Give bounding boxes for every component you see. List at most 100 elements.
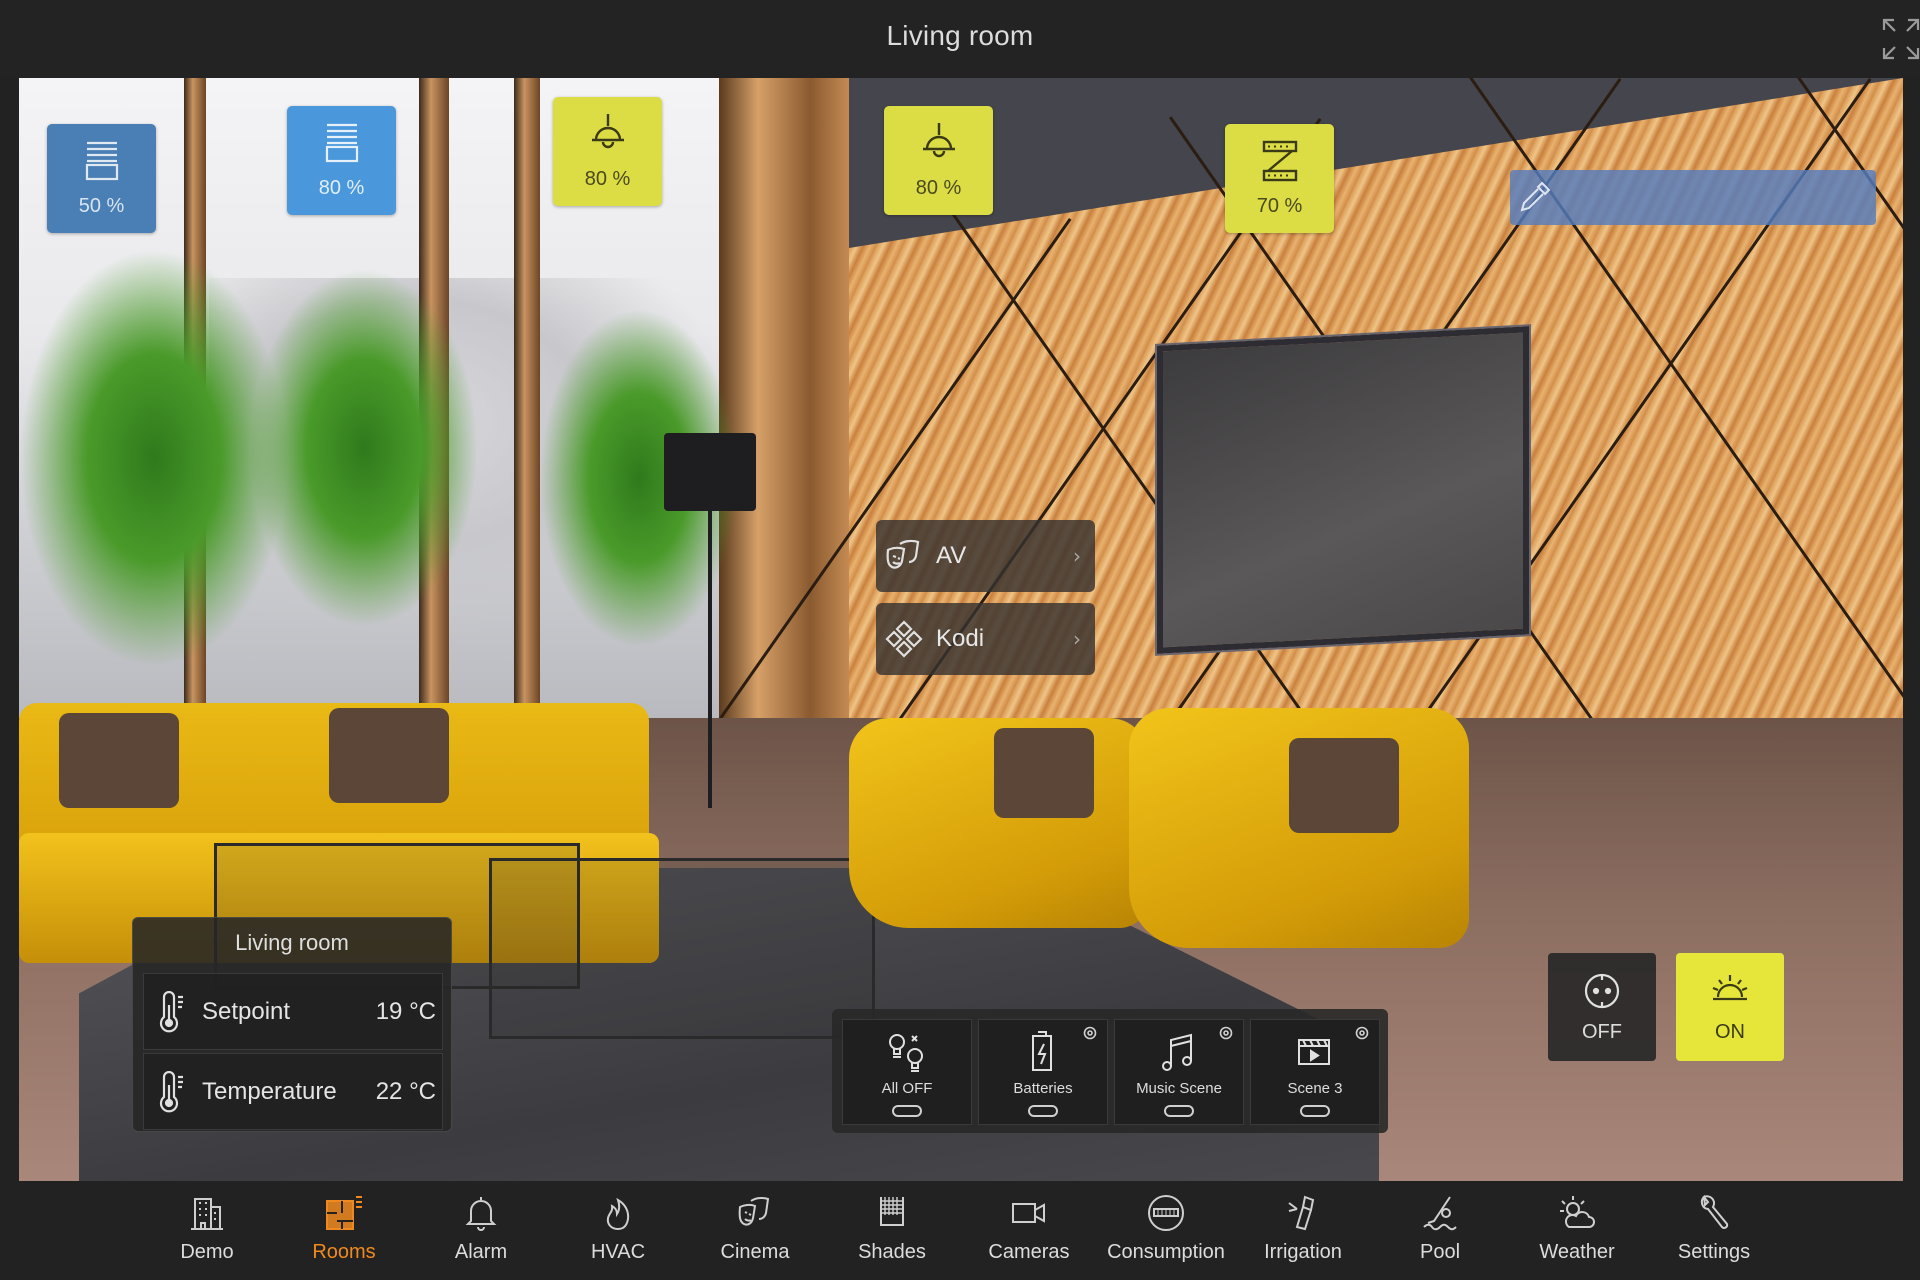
nav-label: Settings bbox=[1677, 1241, 1751, 1263]
climate-panel: Living room Setpoint 19 °C Temperature 2… bbox=[132, 917, 452, 1132]
battery-icon bbox=[1032, 1031, 1052, 1071]
floorplan-icon bbox=[326, 1196, 362, 1230]
pendant-lamp-icon bbox=[591, 114, 624, 149]
nav-label: Pool bbox=[1419, 1241, 1461, 1263]
clapperboard-icon bbox=[1298, 1039, 1330, 1065]
nav-consumption[interactable]: Consumption bbox=[1106, 1189, 1226, 1275]
scene-bar: All OFF Batteries Music Scene Scene 3 bbox=[832, 1009, 1388, 1133]
led-strip-icon bbox=[1262, 140, 1297, 182]
scene-label: Batteries bbox=[1013, 1080, 1073, 1097]
nav-weather[interactable]: Weather bbox=[1517, 1189, 1637, 1275]
nav-rooms[interactable]: Rooms bbox=[284, 1189, 404, 1275]
window-shade-icon bbox=[85, 141, 118, 181]
sunrise-icon bbox=[1712, 974, 1748, 1000]
shade-tile-2[interactable]: 80 % bbox=[287, 106, 396, 215]
tile-value: 80 % bbox=[318, 177, 365, 199]
sun-cloud-icon bbox=[1560, 1196, 1595, 1228]
nav-label: Cameras bbox=[988, 1241, 1070, 1263]
nav-label: Cinema bbox=[720, 1241, 790, 1263]
pendant-lamp-icon bbox=[922, 123, 955, 158]
pillow bbox=[994, 728, 1094, 818]
nav-hvac[interactable]: HVAC bbox=[558, 1189, 678, 1275]
window-shade-icon bbox=[325, 123, 358, 163]
settings-dot-icon[interactable] bbox=[1355, 1026, 1369, 1040]
nav-cinema[interactable]: Cinema bbox=[695, 1189, 815, 1275]
pillow bbox=[1289, 738, 1399, 833]
scene-indicator bbox=[892, 1105, 922, 1117]
scene-label: Music Scene bbox=[1136, 1080, 1222, 1097]
tile-value: 70 % bbox=[1256, 195, 1303, 217]
theater-masks-icon bbox=[886, 539, 920, 569]
temperature-row[interactable]: Temperature 22 °C bbox=[143, 1053, 443, 1130]
coffee-table bbox=[489, 858, 875, 1039]
settings-dot-icon[interactable] bbox=[1083, 1026, 1097, 1040]
page-title: Living room bbox=[886, 20, 1034, 51]
nav-pool[interactable]: Pool bbox=[1380, 1189, 1500, 1275]
nav-label: Alarm bbox=[454, 1241, 508, 1263]
window-frame bbox=[514, 78, 540, 718]
nav-label: Weather bbox=[1539, 1241, 1615, 1263]
settings-dot-icon[interactable] bbox=[1219, 1026, 1233, 1040]
kodi-label: Kodi bbox=[936, 625, 985, 652]
nav-irrigation[interactable]: Irrigation bbox=[1243, 1189, 1363, 1275]
nav-label: HVAC bbox=[590, 1241, 646, 1263]
color-picker-bar[interactable] bbox=[1510, 170, 1876, 225]
scene-3[interactable]: Scene 3 bbox=[1250, 1019, 1380, 1125]
eyedropper-icon bbox=[1520, 181, 1551, 212]
light-tile-2[interactable]: 80 % bbox=[884, 106, 993, 215]
nav-label: Irrigation bbox=[1264, 1241, 1342, 1263]
shade-tile-1[interactable]: 50 % bbox=[47, 124, 156, 233]
nav-settings[interactable]: Settings bbox=[1654, 1189, 1774, 1275]
scene-music[interactable]: Music Scene bbox=[1114, 1019, 1244, 1125]
led-strip-tile[interactable]: 70 % bbox=[1225, 124, 1334, 233]
music-note-icon bbox=[1162, 1033, 1192, 1071]
tile-value: 50 % bbox=[78, 195, 125, 217]
nav-label: Demo bbox=[180, 1241, 234, 1263]
scene-indicator bbox=[1300, 1105, 1330, 1117]
av-button[interactable]: AV › bbox=[876, 520, 1095, 592]
scene-label: All OFF bbox=[881, 1080, 933, 1097]
bell-icon bbox=[465, 1197, 497, 1231]
floor-lamp-pole bbox=[708, 508, 712, 808]
pillow bbox=[59, 713, 179, 808]
nav-label: Shades bbox=[858, 1241, 926, 1263]
meter-icon bbox=[1148, 1195, 1184, 1231]
temperature-value: 22 °C bbox=[375, 1077, 436, 1105]
lightbulbs-off-icon bbox=[889, 1034, 923, 1072]
light-tile-1[interactable]: 80 % bbox=[553, 97, 662, 206]
on-button[interactable]: ON bbox=[1676, 953, 1784, 1061]
nav-cameras[interactable]: Cameras bbox=[969, 1189, 1089, 1275]
scene-label: Scene 3 bbox=[1287, 1080, 1343, 1097]
plant bbox=[249, 268, 479, 628]
off-button[interactable]: OFF bbox=[1548, 953, 1656, 1061]
setpoint-label: Setpoint bbox=[202, 997, 291, 1025]
building-icon bbox=[191, 1198, 223, 1230]
video-camera-icon bbox=[1012, 1203, 1045, 1223]
expand-icon bbox=[1882, 18, 1920, 60]
title-bar: Living room bbox=[0, 0, 1920, 78]
temperature-label: Temperature bbox=[202, 1077, 337, 1105]
kodi-button[interactable]: Kodi › bbox=[876, 603, 1095, 675]
floor-lamp bbox=[664, 433, 756, 511]
nav-label: Rooms bbox=[312, 1241, 376, 1263]
shades-icon bbox=[880, 1197, 904, 1226]
setpoint-row[interactable]: Setpoint 19 °C bbox=[143, 973, 443, 1050]
wrench-icon bbox=[1700, 1194, 1729, 1229]
theater-masks-icon bbox=[738, 1196, 770, 1226]
nav-demo[interactable]: Demo bbox=[147, 1189, 267, 1275]
chevron-right-icon: › bbox=[1073, 627, 1081, 651]
nav-alarm[interactable]: Alarm bbox=[421, 1189, 541, 1275]
nav-shades[interactable]: Shades bbox=[832, 1189, 952, 1275]
scene-all-off[interactable]: All OFF bbox=[842, 1019, 972, 1125]
tile-value: 80 % bbox=[584, 168, 631, 190]
fullscreen-button[interactable] bbox=[1882, 18, 1920, 60]
nav-label: Consumption bbox=[1107, 1241, 1225, 1263]
setpoint-value: 19 °C bbox=[375, 997, 436, 1025]
sprinkler-icon bbox=[1288, 1195, 1315, 1231]
climate-panel-title: Living room bbox=[235, 930, 349, 955]
television bbox=[1157, 326, 1529, 654]
thermometer-icon bbox=[159, 990, 183, 1032]
scene-indicator bbox=[1028, 1105, 1058, 1117]
scene-indicator bbox=[1164, 1105, 1194, 1117]
scene-batteries[interactable]: Batteries bbox=[978, 1019, 1108, 1125]
